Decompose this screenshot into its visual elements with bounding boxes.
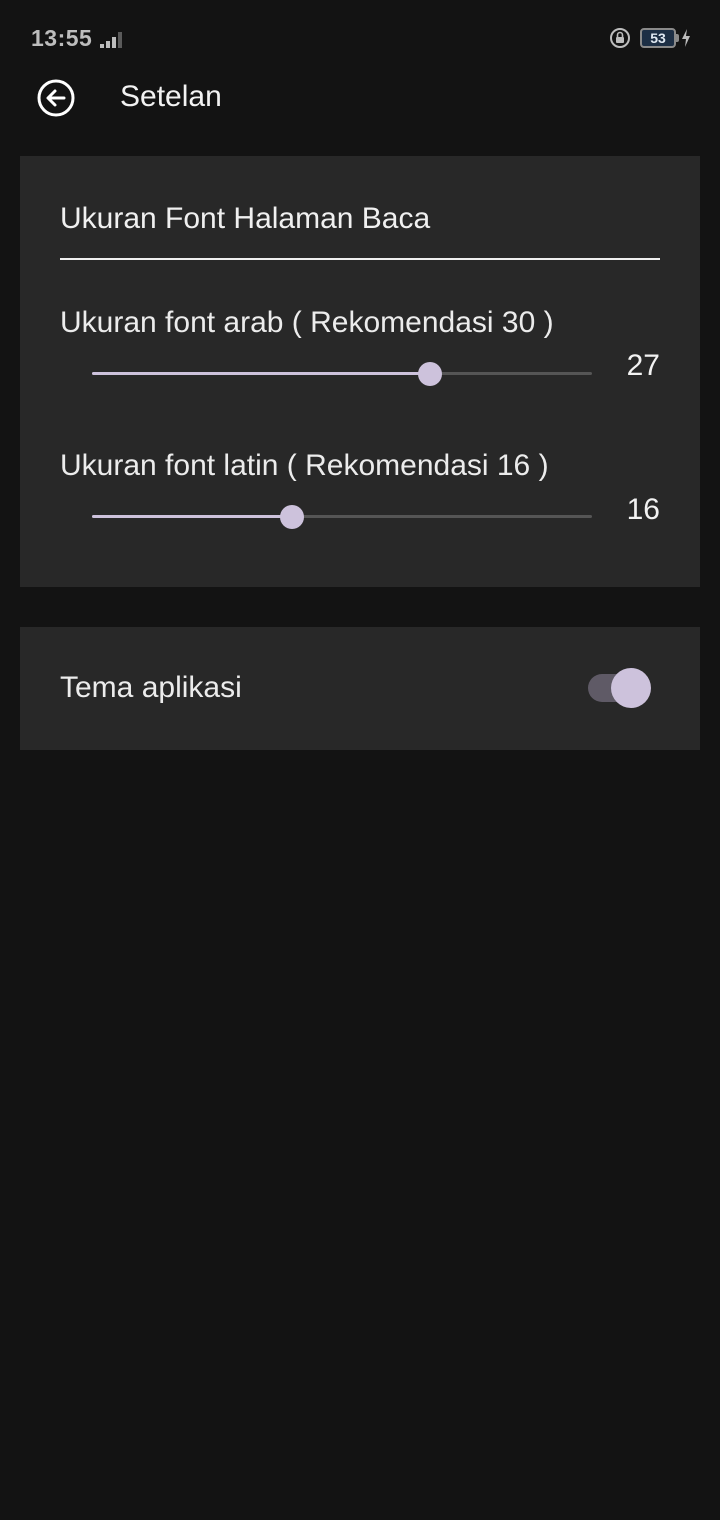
back-arrow-icon[interactable] <box>36 78 76 118</box>
battery-tip <box>676 34 679 42</box>
theme-card: Tema aplikasi <box>20 627 700 750</box>
app-bar: Setelan <box>0 76 720 120</box>
charging-bolt-icon <box>682 29 690 47</box>
divider <box>60 258 660 260</box>
status-bar: 13:55 53 <box>0 0 720 76</box>
slider-thumb[interactable] <box>280 505 304 529</box>
latin-font-size-label: Ukuran font latin ( Rekomendasi 16 ) <box>60 449 549 482</box>
slider-fill <box>92 372 430 375</box>
page-title: Setelan <box>120 80 222 113</box>
slider-thumb[interactable] <box>418 362 442 386</box>
arabic-font-size-slider[interactable] <box>92 359 592 389</box>
arabic-font-size-label: Ukuran font arab ( Rekomendasi 30 ) <box>60 306 554 339</box>
font-size-card: Ukuran Font Halaman Baca Ukuran font ara… <box>20 156 700 587</box>
battery-level: 53 <box>650 30 666 46</box>
latin-font-size-value: 16 <box>626 493 660 526</box>
arabic-font-size-value: 27 <box>626 349 660 382</box>
battery-icon: 53 <box>640 28 676 48</box>
latin-font-size-slider[interactable] <box>92 502 592 532</box>
toggle-knob <box>611 668 651 708</box>
status-time: 13:55 <box>31 25 93 51</box>
signal-icon <box>100 32 122 48</box>
theme-label: Tema aplikasi <box>60 671 242 704</box>
theme-toggle[interactable] <box>586 667 654 709</box>
rotation-lock-icon <box>610 28 630 48</box>
slider-fill <box>92 515 292 518</box>
section-title: Ukuran Font Halaman Baca <box>60 202 431 235</box>
